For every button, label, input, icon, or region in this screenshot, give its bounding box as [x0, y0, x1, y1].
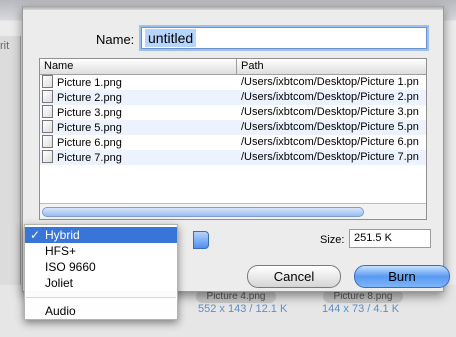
- file-name-cell: Picture 6.png: [42, 135, 236, 150]
- size-value: 251.5 K: [349, 229, 431, 248]
- checkmark-icon: ✓: [30, 228, 41, 242]
- file-path: /Users/ixbtcom/Desktop/Picture 2.pn: [241, 91, 419, 103]
- file-name: Picture 1.png: [57, 77, 122, 89]
- menu-item-label: HFS+: [45, 244, 77, 258]
- menu-item-label: Hybrid: [45, 228, 80, 242]
- background-label: rit: [0, 40, 10, 52]
- column-header-path[interactable]: Path: [237, 59, 421, 74]
- file-name-cell: Picture 5.png: [42, 120, 236, 135]
- png-file-icon: [42, 135, 53, 148]
- file-name-cell: Picture 3.png: [42, 105, 236, 120]
- table-header: Name Path: [40, 59, 426, 75]
- png-file-icon: [42, 120, 53, 133]
- cancel-button[interactable]: Cancel: [247, 265, 341, 288]
- file-path: /Users/ixbtcom/Desktop/Picture 1.pn: [241, 76, 419, 88]
- file-name: Picture 2.png: [57, 92, 122, 104]
- file-path: /Users/ixbtcom/Desktop/Picture 3.pn: [241, 106, 419, 118]
- file-name: Picture 5.png: [57, 122, 122, 134]
- menu-item-iso-9660[interactable]: ISO 9660: [25, 259, 177, 275]
- table-row[interactable]: Picture 1.png /Users/ixbtcom/Desktop/Pic…: [40, 75, 426, 90]
- file-name-cell: Picture 7.png: [42, 150, 236, 165]
- table-row[interactable]: Picture 3.png /Users/ixbtcom/Desktop/Pic…: [40, 105, 426, 120]
- menu-item-hybrid[interactable]: ✓ Hybrid: [25, 227, 177, 243]
- format-popup-arrow[interactable]: [193, 231, 209, 249]
- column-header-name[interactable]: Name: [40, 59, 237, 74]
- menu-item-joliet[interactable]: Joliet: [25, 275, 177, 291]
- table-row[interactable]: Picture 7.png /Users/ixbtcom/Desktop/Pic…: [40, 150, 426, 165]
- menu-item-hfs-plus[interactable]: HFS+: [25, 243, 177, 259]
- burn-button[interactable]: Burn: [354, 265, 450, 288]
- menu-item-label: ISO 9660: [45, 260, 96, 274]
- name-label: Name:: [96, 32, 135, 47]
- file-path: /Users/ixbtcom/Desktop/Picture 6.pn: [241, 136, 419, 148]
- size-label: Size:: [320, 234, 345, 246]
- file-name: Picture 6.png: [57, 137, 122, 149]
- format-menu: ✓ Hybrid HFS+ ISO 9660 Joliet Audio: [24, 224, 178, 320]
- menu-separator: [25, 291, 177, 303]
- table-row[interactable]: Picture 5.png /Users/ixbtcom/Desktop/Pic…: [40, 120, 426, 135]
- background-caption: 144 x 73 / 4.1 K: [322, 303, 400, 315]
- sheet-edge: [23, 6, 443, 10]
- file-name-cell: Picture 2.png: [42, 90, 236, 105]
- scrollbar-thumb[interactable]: [42, 207, 364, 217]
- background-caption: 552 x 143 / 12.1 K: [198, 303, 288, 315]
- png-file-icon: [42, 150, 53, 163]
- table-body: Picture 1.png /Users/ixbtcom/Desktop/Pic…: [40, 75, 426, 165]
- name-input[interactable]: untitled: [141, 27, 427, 49]
- png-file-icon: [42, 105, 53, 118]
- file-name-cell: Picture 1.png: [42, 75, 236, 90]
- table-row[interactable]: Picture 2.png /Users/ixbtcom/Desktop/Pic…: [40, 90, 426, 105]
- file-path: /Users/ixbtcom/Desktop/Picture 5.pn: [241, 121, 419, 133]
- file-path: /Users/ixbtcom/Desktop/Picture 7.pn: [241, 151, 419, 163]
- file-name: Picture 7.png: [57, 152, 122, 164]
- menu-item-label: Audio: [45, 304, 76, 318]
- name-input-value: untitled: [145, 29, 197, 47]
- menu-item-label: Joliet: [45, 276, 74, 290]
- png-file-icon: [42, 90, 53, 103]
- menu-item-audio[interactable]: Audio: [25, 303, 177, 319]
- file-name: Picture 3.png: [57, 107, 122, 119]
- horizontal-scrollbar[interactable]: [40, 203, 426, 219]
- table-row[interactable]: Picture 6.png /Users/ixbtcom/Desktop/Pic…: [40, 135, 426, 150]
- file-table[interactable]: Name Path Picture 1.png /Users/ixbtcom/D…: [39, 58, 427, 220]
- png-file-icon: [42, 75, 53, 88]
